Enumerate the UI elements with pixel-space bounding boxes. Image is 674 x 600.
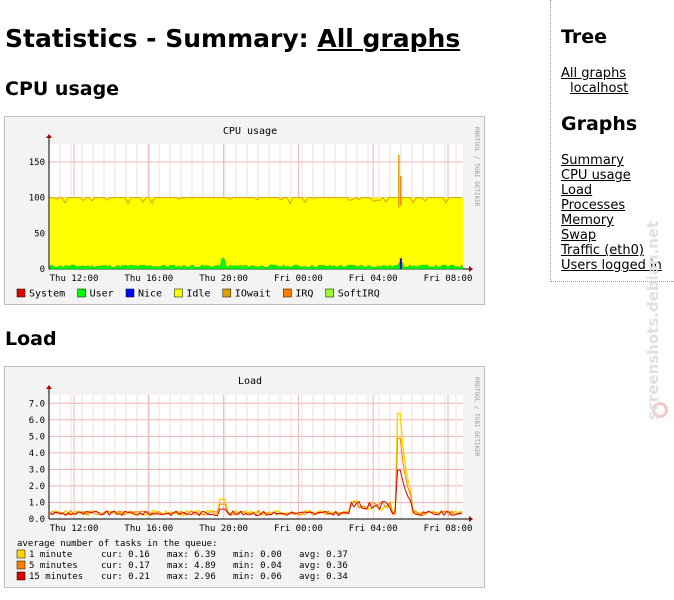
legend-label: 5 minutes	[29, 561, 78, 571]
y-tick-label: 5.0	[29, 432, 45, 442]
legend-label: SoftIRQ	[338, 289, 380, 300]
graph-link-summary[interactable]: Summary	[561, 153, 624, 168]
x-tick-label: Thu 12:00	[50, 274, 99, 284]
legend-avg: avg: 0.36	[299, 561, 348, 571]
x-tick-label: Fri 04:00	[349, 524, 398, 534]
legend-label: IRQ	[295, 289, 313, 300]
x-tick-label: Thu 20:00	[199, 274, 248, 284]
legend-swatch	[222, 288, 232, 298]
legend-label: System	[29, 289, 65, 300]
legend-avg: avg: 0.37	[299, 550, 348, 560]
y-tick-label: 150	[29, 158, 45, 168]
y-tick-label: 3.0	[29, 465, 45, 475]
graph-link-load[interactable]: Load	[561, 183, 592, 198]
tree-item-localhost[interactable]: localhost	[570, 81, 628, 96]
legend-swatch	[16, 288, 26, 298]
x-tick-label: Thu 16:00	[124, 274, 173, 284]
legend-max: max: 6.39	[167, 550, 216, 560]
y-tick-label: 0	[40, 265, 45, 275]
y-axis-arrow	[46, 385, 52, 389]
load-chart-svg: Load RRDTOOL / TOBI OETIKER 0.0 1.0 2.0 3.0 4.…	[16, 376, 480, 582]
x-tick-label: Fri 00:00	[274, 524, 323, 534]
y-tick-label: 2.0	[29, 482, 45, 492]
tree-item-all-graphs[interactable]: All graphs	[561, 66, 626, 81]
legend-label: Idle	[186, 289, 210, 300]
y-tick-label: 4.0	[29, 449, 45, 459]
x-axis-arrow	[469, 266, 473, 272]
series-idle-area	[50, 197, 463, 269]
y-tick-label: 1.0	[29, 498, 45, 508]
y-tick-label: 100	[29, 194, 45, 204]
cpu-usage-graph: CPU usage RRDTOOL / TOBI OETIKER 0 50 100 150…	[4, 116, 485, 305]
legend-label: User	[90, 289, 114, 300]
x-tick-label: Thu 12:00	[50, 524, 99, 534]
legend-cur: cur: 0.21	[101, 572, 150, 582]
legend-swatch	[174, 288, 183, 298]
legend-cur: cur: 0.17	[101, 561, 150, 571]
legend-swatch	[16, 571, 26, 581]
rrdtool-label: RRDTOOL / TOBI OETIKER	[473, 377, 480, 457]
legend-swatch	[16, 549, 26, 559]
page-title: Statistics - Summary: All graphs	[5, 24, 460, 53]
y-tick-label: 0.0	[29, 515, 45, 525]
graphs-heading: Graphs	[561, 113, 638, 135]
series-nice-spike	[399, 258, 402, 269]
legend-max: max: 2.96	[167, 572, 216, 582]
graph-link-cpu-usage[interactable]: CPU usage	[561, 168, 631, 183]
legend-swatch	[283, 288, 292, 298]
legend-label: IOwait	[235, 289, 271, 300]
cpu-section-heading: CPU usage	[5, 78, 120, 100]
page-title-prefix: Statistics - Summary:	[5, 24, 309, 53]
cpu-usage-chart-svg: CPU usage RRDTOOL / TOBI OETIKER 0 50 100 150…	[16, 126, 480, 300]
legend-label: Nice	[138, 289, 162, 300]
legend-avg: avg: 0.34	[299, 572, 348, 582]
legend-min: min: 0.00	[233, 550, 282, 560]
y-tick-label: 6.0	[29, 416, 45, 426]
y-axis-arrow	[46, 134, 52, 138]
y-tick-label: 50	[34, 229, 45, 239]
legend-label: 15 minutes	[29, 572, 83, 582]
chart-title: CPU usage	[223, 126, 277, 137]
legend-min: min: 0.04	[233, 561, 282, 571]
all-graphs-title-link[interactable]: All graphs	[317, 24, 460, 53]
y-tick-label: 7.0	[29, 399, 45, 409]
watermark: screenshots.debian.net	[644, 220, 662, 420]
graph-link-processes[interactable]: Processes	[561, 198, 625, 213]
legend-swatch	[125, 288, 135, 298]
legend-max: max: 4.89	[167, 561, 216, 571]
legend-swatch	[16, 560, 26, 570]
tree-heading: Tree	[561, 26, 608, 48]
x-tick-label: Fri 00:00	[274, 274, 323, 284]
load-graph: Load RRDTOOL / TOBI OETIKER 0.0 1.0 2.0 3.0 4.…	[4, 366, 485, 588]
x-tick-label: Thu 20:00	[199, 524, 248, 534]
legend-swatch	[325, 288, 334, 298]
chart-title: Load	[238, 376, 262, 387]
x-tick-label: Fri 08:00	[424, 274, 473, 284]
x-tick-label: Thu 16:00	[124, 524, 173, 534]
x-tick-label: Fri 04:00	[349, 274, 398, 284]
legend-cur: cur: 0.16	[101, 550, 150, 560]
x-axis-arrow	[469, 516, 473, 522]
legend-label: 1 minute	[29, 550, 72, 560]
graph-link-memory[interactable]: Memory	[561, 213, 614, 228]
legend-header: average number of tasks in the queue:	[17, 539, 217, 549]
load-section-heading: Load	[5, 328, 57, 350]
graph-link-traffic[interactable]: Traffic (eth0)	[561, 243, 644, 258]
legend-min: min: 0.06	[233, 572, 282, 582]
graph-link-swap[interactable]: Swap	[561, 228, 596, 243]
legend-swatch	[77, 288, 86, 298]
rrdtool-label: RRDTOOL / TOBI OETIKER	[473, 127, 480, 207]
x-tick-label: Fri 08:00	[424, 524, 473, 534]
